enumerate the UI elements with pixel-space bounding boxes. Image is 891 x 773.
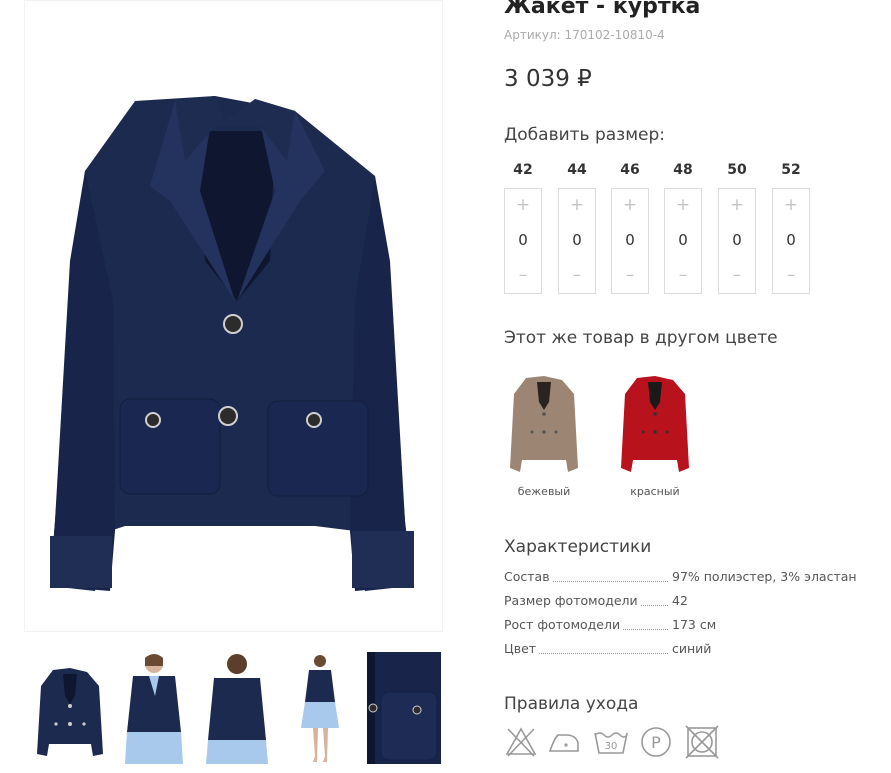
thumbnail-jacket-front[interactable] [33,652,107,764]
decrement-button[interactable]: – [626,265,635,285]
color-variant-red[interactable]: красный [605,372,705,498]
spec-row: Размер фотомодели 42 [504,593,864,617]
low-iron-icon [548,734,579,752]
size-label: 52 [781,162,801,178]
product-title: Жакет - куртка [504,0,701,19]
quantity-value[interactable]: 0 [518,230,528,250]
size-label: 46 [620,162,640,178]
decrement-button[interactable]: – [787,265,796,285]
quantity-stepper: + 0 – [611,188,649,294]
increment-button[interactable]: + [516,195,530,215]
spec-value: 173 см [672,617,717,632]
size-selector: 42 + 0 – 44 + 0 – 46 + 0 – 48 + 0 – 50 +… [504,162,824,297]
color-name: красный [630,485,680,498]
colors-section-title: Этот же товар в другом цвете [504,328,778,348]
sizes-section-title: Добавить размер: [504,125,666,145]
color-variants: бежевый красный [504,372,724,512]
size-label: 48 [673,162,693,178]
increment-button[interactable]: + [730,195,744,215]
quantity-stepper: + 0 – [718,188,756,294]
spec-label: Цвет [504,641,540,656]
spec-row: Состав 97% полиэстер, 3% эластан [504,569,864,593]
no-bleach-icon [505,727,537,757]
size-column: 42 + 0 – [504,162,542,294]
size-column: 44 + 0 – [558,162,596,294]
quantity-value[interactable]: 0 [625,230,635,250]
quantity-stepper: + 0 – [664,188,702,294]
spec-leader [640,605,668,606]
size-label: 42 [513,162,533,178]
quantity-value[interactable]: 0 [572,230,582,250]
specs-table: Состав 97% полиэстер, 3% эластан Размер … [504,569,864,665]
decrement-button[interactable]: – [679,265,688,285]
product-sku: Артикул: 170102-10810-4 [504,28,665,42]
size-label: 50 [727,162,747,178]
size-column: 50 + 0 – [718,162,756,294]
spec-value: 42 [672,593,688,608]
quantity-stepper: + 0 – [772,188,810,294]
quantity-value[interactable]: 0 [732,230,742,250]
no-tumble-dry-icon [685,725,719,759]
beige-jacket-image [510,376,578,472]
decrement-button[interactable]: – [573,265,582,285]
thumbnail-model-back[interactable] [200,652,274,764]
red-jacket-image [621,376,689,472]
dry-clean-letter: P [651,733,661,752]
size-column: 46 + 0 – [611,162,649,294]
quantity-value[interactable]: 0 [678,230,688,250]
color-variant-beige[interactable]: бежевый [494,372,594,498]
spec-value: 97% полиэстер, 3% эластан [672,569,857,584]
spec-label: Размер фотомодели [504,593,641,608]
size-column: 52 + 0 – [772,162,810,294]
thumbnail-model-front[interactable] [117,652,191,764]
specs-section-title: Характеристики [504,537,652,557]
decrement-button[interactable]: – [519,265,528,285]
increment-button[interactable]: + [784,195,798,215]
dry-clean-p-icon: P [641,727,671,757]
spec-value: синий [672,641,712,656]
increment-button[interactable]: + [570,195,584,215]
spec-leader [552,581,668,582]
decrement-button[interactable]: – [733,265,742,285]
spec-leader [538,653,668,654]
size-column: 48 + 0 – [664,162,702,294]
wash-30-icon: 30 [594,732,628,754]
spec-label: Состав [504,569,553,584]
thumbnail-pocket-detail[interactable] [367,652,441,764]
care-section-title: Правила ухода [504,694,639,714]
spec-label: Рост фотомодели [504,617,624,632]
product-price: 3 039 ₽ [504,66,592,92]
jacket-image [50,96,414,591]
thumbnail-strip [33,652,443,773]
spec-row: Цвет синий [504,641,864,665]
main-product-image[interactable] [24,0,443,632]
spec-leader [622,629,668,630]
quantity-stepper: + 0 – [504,188,542,294]
color-name: бежевый [517,485,571,498]
quantity-value[interactable]: 0 [786,230,796,250]
size-label: 44 [567,162,587,178]
increment-button[interactable]: + [623,195,637,215]
spec-row: Рост фотомодели 173 см [504,617,864,641]
increment-button[interactable]: + [676,195,690,215]
thumbnail-model-full[interactable] [283,652,357,764]
wash-temp-text: 30 [605,741,618,752]
quantity-stepper: + 0 – [558,188,596,294]
care-icons: 30 P [504,725,734,765]
